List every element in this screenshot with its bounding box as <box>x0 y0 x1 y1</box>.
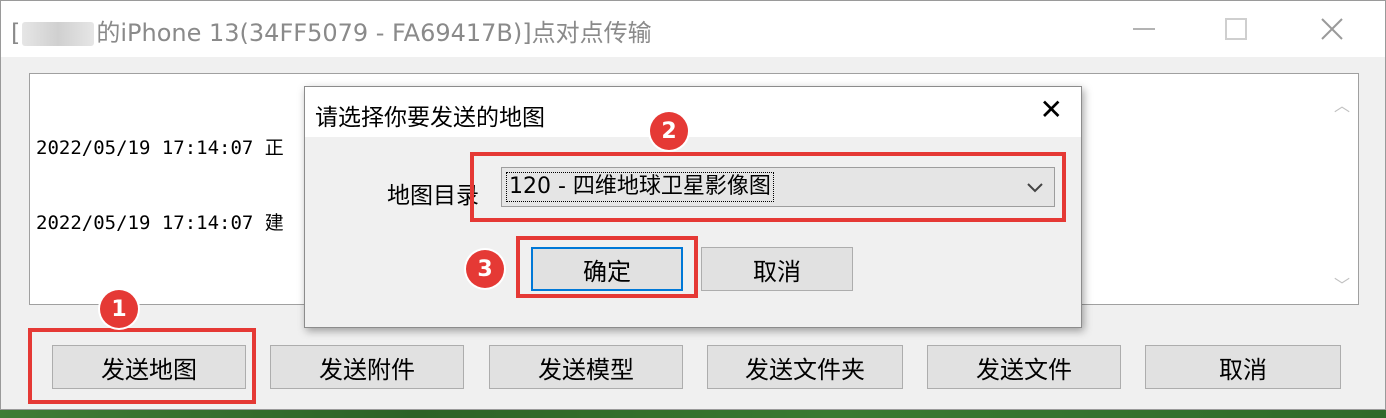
cancel-button[interactable]: 取消 <box>1145 345 1341 389</box>
maximize-icon[interactable] <box>1211 9 1261 49</box>
highlight-map-select <box>470 152 1066 222</box>
close-icon[interactable] <box>1307 9 1357 49</box>
log-line: 2022/05/19 17:14:07 正 <box>36 137 284 159</box>
highlight-ok-button <box>516 236 698 298</box>
send-folder-button[interactable]: 发送文件夹 <box>707 345 903 389</box>
send-file-button[interactable]: 发送文件 <box>927 345 1121 389</box>
dialog-titlebar: 请选择你要发送的地图 ✕ <box>305 87 1081 137</box>
step-badge-1: 1 <box>100 290 138 328</box>
dialog-cancel-button[interactable]: 取消 <box>701 247 853 291</box>
window-title: [ 的iPhone 13(34FF5079 - FA69417B)]点对点传输 <box>11 13 652 48</box>
dialog-close-icon[interactable]: ✕ <box>1040 93 1063 126</box>
map-directory-label: 地图目录 <box>387 183 479 209</box>
title-suffix: 的iPhone 13(34FF5079 - FA69417B)]点对点传输 <box>96 19 652 47</box>
window-titlebar: [ 的iPhone 13(34FF5079 - FA69417B)]点对点传输 <box>1 1 1385 57</box>
dialog-title: 请选择你要发送的地图 <box>315 105 545 131</box>
send-attachment-button[interactable]: 发送附件 <box>270 345 464 389</box>
title-prefix: [ <box>11 19 21 47</box>
scroll-up-icon[interactable]: ︿ <box>1334 92 1350 116</box>
step-badge-3: 3 <box>466 250 504 288</box>
send-model-button[interactable]: 发送模型 <box>489 345 683 389</box>
log-lines: 2022/05/19 17:14:07 正 2022/05/19 17:14:0… <box>36 86 284 286</box>
log-line: 2022/05/19 17:14:07 建 <box>36 212 284 234</box>
redacted-device-name <box>22 22 95 46</box>
highlight-send-map <box>28 328 256 404</box>
step-badge-2: 2 <box>650 112 688 150</box>
scroll-down-icon[interactable]: ﹀ <box>1334 272 1350 296</box>
minimize-icon[interactable] <box>1119 9 1169 49</box>
